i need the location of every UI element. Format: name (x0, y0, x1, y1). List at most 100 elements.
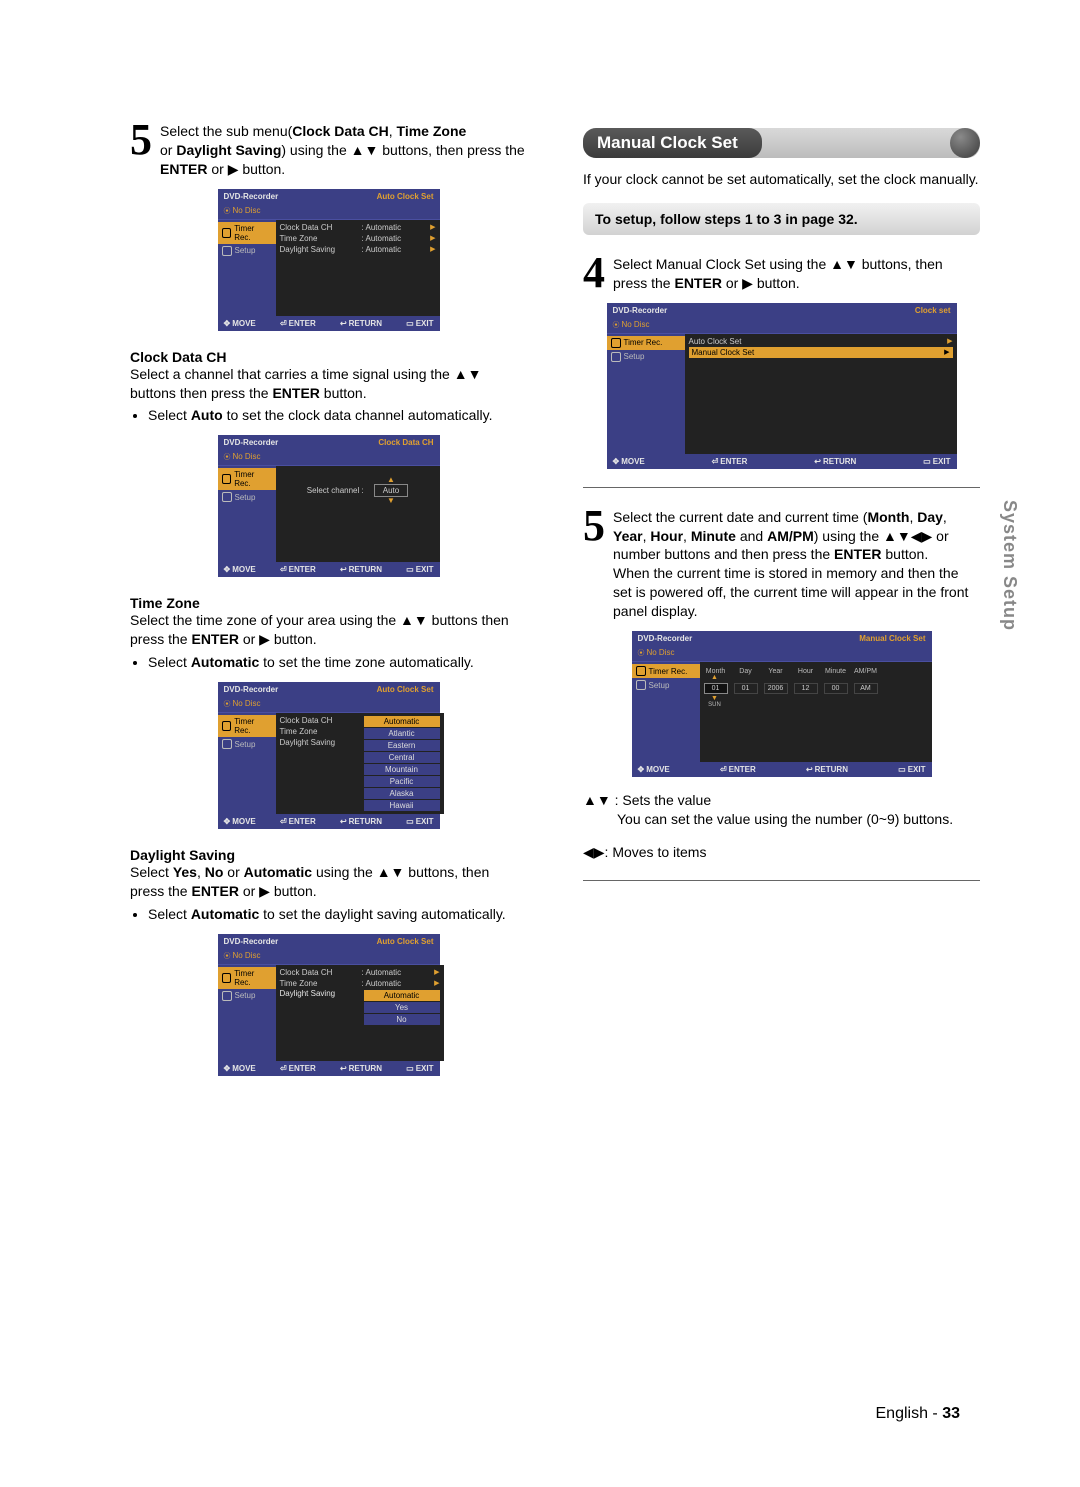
t: button. (753, 275, 800, 291)
t: Year (613, 528, 643, 544)
osd-row: Time Zone: Automatic▶ (280, 978, 440, 989)
option: Mountain (364, 764, 440, 775)
t: Auto (191, 407, 223, 423)
option: Alaska (364, 788, 440, 799)
t: Minute (691, 528, 736, 544)
timer-icon (222, 721, 232, 731)
t: ENTER (272, 385, 319, 401)
timezone-options: Automatic Atlantic Eastern Central Mount… (364, 715, 440, 812)
exit-icon: ▭ (406, 565, 414, 574)
foot-exit: ▭EXIT (406, 319, 433, 328)
t: to set the clock data channel automatica… (223, 407, 493, 423)
osd-side-timer: Timer Rec. (218, 967, 276, 989)
move-icon: ✥ (224, 817, 231, 826)
t: buttons then press the (130, 385, 272, 401)
right-icon: ▶ (434, 968, 439, 976)
t: ENTER (674, 275, 721, 291)
t: EXIT (933, 457, 951, 466)
t: Automatic (191, 654, 259, 670)
t: : Automatic (362, 234, 427, 243)
osd-side-setup: Setup (218, 737, 276, 751)
up-down-icon: ▲▼ (830, 256, 858, 272)
t: No (205, 864, 224, 880)
t: , (943, 509, 947, 525)
osd-main: Month Day Year Hour Minute AM/PM ▲ 01 01… (700, 662, 932, 762)
t: Select a channel that carries a time sig… (130, 366, 454, 382)
osd-daylight-saving: DVD-Recorder Auto Clock Set No Disc Time… (218, 934, 440, 1076)
osd-subtitle: No Disc (607, 318, 957, 334)
t: Yes (173, 864, 197, 880)
t: Auto Clock Set (377, 685, 434, 694)
bullet: Select Auto to set the clock data channe… (148, 406, 527, 425)
field-hour: 12 (794, 683, 818, 694)
t: Manual Clock Set (692, 348, 941, 357)
right-icon: ▶ (742, 275, 753, 291)
t: ENTER (729, 765, 756, 774)
t: You can set the value using the number (… (583, 810, 953, 829)
return-icon: ↩ (814, 457, 821, 466)
t: : Automatic (362, 968, 431, 977)
osd-main: Select channel : ▲ Auto ▼ (276, 466, 440, 562)
osd-row: Auto Clock Set▶ (689, 336, 953, 347)
field-month: 01 (704, 683, 728, 694)
t: Setup (235, 246, 256, 255)
t: Daylight Saving (280, 989, 358, 1026)
t: Select Manual Clock Set using the (613, 256, 830, 272)
osd-auto-clock-set-1: DVD-Recorder Auto Clock Set No Disc Time… (218, 189, 440, 331)
t: Timer Rec. (234, 470, 271, 488)
option: Eastern (364, 740, 440, 751)
osd-side-setup: Setup (607, 350, 685, 364)
t: Manual Clock Set (859, 634, 925, 643)
t: Hour (650, 528, 683, 544)
channel-value: ▲ Auto ▼ (374, 476, 408, 505)
t: ENTER (289, 817, 316, 826)
t: ENTER (289, 565, 316, 574)
t: Select the time zone of your area using … (130, 612, 400, 628)
foot-move: ✥MOVE (224, 319, 256, 328)
header-ball-icon (950, 128, 980, 158)
t: to set the time zone automatically. (259, 654, 474, 670)
right-icon: ▶ (228, 161, 239, 177)
field-minute: 00 (824, 683, 848, 694)
osd-sidebar: Timer Rec. Setup (218, 713, 276, 814)
osd-title: DVD-Recorder Clock set (607, 303, 957, 318)
t: ENTER (834, 546, 881, 562)
gear-icon (222, 492, 232, 502)
t: Time Zone (280, 727, 358, 736)
osd-sidebar: Timer Rec. Setup (218, 466, 276, 562)
step-number: 5 (583, 506, 605, 546)
osd-body: Timer Rec. Setup Clock Data CH Time Zone… (218, 713, 440, 814)
timer-icon (222, 474, 232, 484)
t: ENTER (191, 631, 238, 647)
t: button. (882, 546, 929, 562)
arrows-icon: ▲▼◀▶ (883, 528, 932, 544)
osd-body: Timer Rec. Setup Auto Clock Set▶ Manual … (607, 334, 957, 454)
osd-footer: ✥MOVE ⏎ENTER ↩RETURN ▭EXIT (218, 562, 440, 577)
osd-title: DVD-Recorder Auto Clock Set (218, 934, 440, 949)
osd-footer: ✥MOVE ⏎ENTER ↩RETURN ▭EXIT (218, 1061, 440, 1076)
option: Central (364, 752, 440, 763)
return-icon: ↩ (340, 1064, 347, 1073)
up-down-icon: ▲▼ (351, 142, 379, 158)
option: No (364, 1014, 440, 1025)
t: : Automatic (362, 223, 427, 232)
down-icon: ▼ (374, 497, 408, 505)
t: , (197, 864, 205, 880)
step-text: Select the sub menu(Clock Data CH, Time … (160, 122, 527, 179)
t: EXIT (416, 1064, 434, 1073)
t: Timer Rec. (649, 667, 688, 676)
osd-main: Clock Data CH: Automatic▶ Time Zone: Aut… (276, 965, 444, 1061)
osd-row-active: Manual Clock Set▶ (689, 347, 953, 358)
left-right-icon: ◀▶ (583, 844, 605, 860)
t: MOVE (232, 565, 256, 574)
gear-icon (222, 739, 232, 749)
osd-title: DVD-Recorder Manual Clock Set (632, 631, 932, 646)
t: Timer Rec. (234, 717, 271, 735)
t: Month (867, 509, 909, 525)
t: or (239, 631, 259, 647)
t: button. (320, 385, 367, 401)
enter-icon: ⏎ (280, 1064, 287, 1073)
osd-side-timer: Timer Rec. (632, 664, 700, 678)
t: Select (130, 864, 173, 880)
t: ENTER (720, 457, 747, 466)
